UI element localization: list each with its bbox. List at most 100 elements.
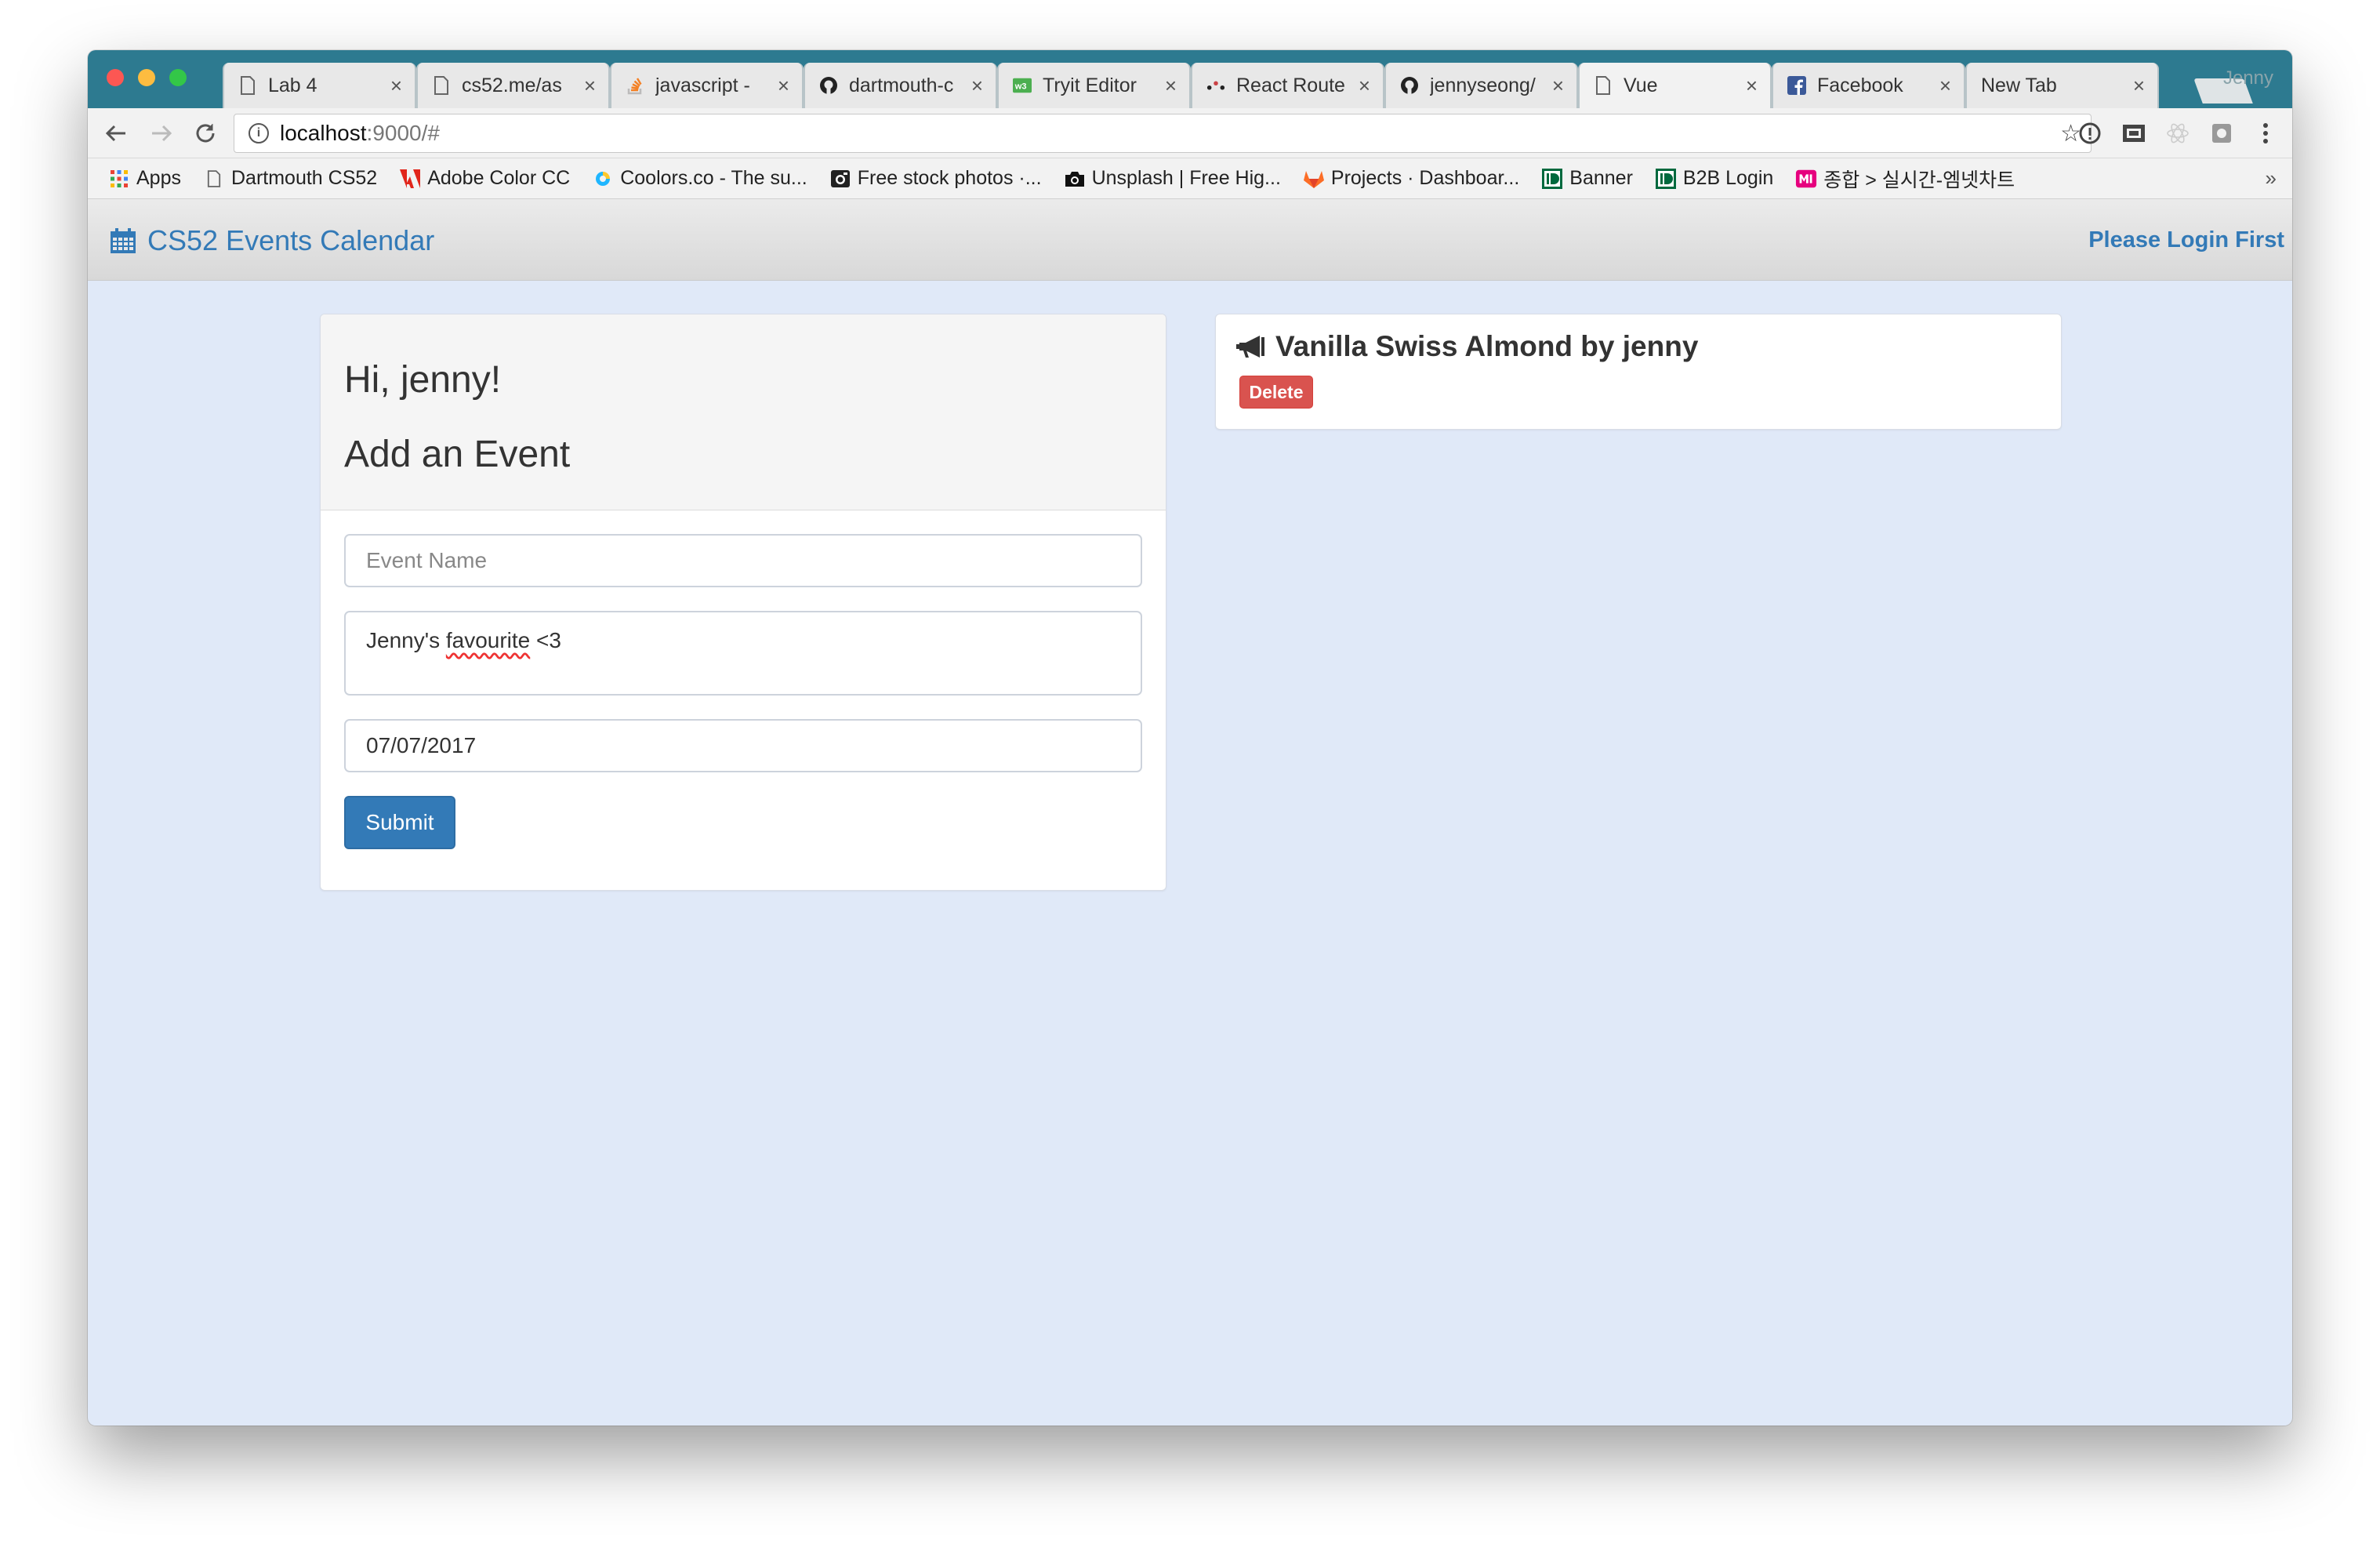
tab-dartmouth-github[interactable]: dartmouth-c ×: [804, 63, 997, 108]
mnet-icon: [1795, 168, 1817, 190]
close-icon[interactable]: ×: [584, 74, 596, 98]
close-icon[interactable]: ×: [1939, 74, 1951, 98]
coolors-icon: [592, 168, 614, 190]
delete-button[interactable]: Delete: [1239, 376, 1313, 409]
event-name-input[interactable]: [344, 534, 1142, 587]
bookmark-apps[interactable]: Apps: [108, 167, 181, 190]
bookmark-label: Dartmouth CS52: [230, 167, 378, 189]
back-icon[interactable]: [99, 116, 133, 151]
event-heading: Vanilla Swiss Almond by jenny: [1236, 330, 2061, 363]
extension-info-icon[interactable]: [2076, 119, 2104, 147]
bookmark-label: B2B Login: [1682, 167, 1774, 189]
bullhorn-icon: [1236, 336, 1264, 358]
bookmark-label: Apps: [136, 167, 181, 189]
facebook-icon: [1787, 75, 1806, 96]
tab-label: Facebook: [1817, 74, 1903, 96]
adobe-icon: [399, 168, 421, 190]
screen-capture-icon[interactable]: [2120, 119, 2148, 147]
bookmark-unsplash[interactable]: Unsplash | Free Hig...: [1064, 167, 1281, 190]
brand-link[interactable]: CS52 Events Calendar: [110, 224, 434, 257]
github-icon: [1400, 75, 1419, 96]
dartmouth-icon: [1655, 168, 1677, 190]
forward-icon[interactable]: [144, 116, 179, 151]
bookmark-b2b-login[interactable]: B2B Login: [1655, 167, 1773, 190]
bookmark-banner[interactable]: Banner: [1541, 167, 1633, 190]
close-icon[interactable]: ×: [778, 74, 789, 98]
browser-window: Lab 4 × cs52.me/as × javascript - × dart…: [88, 50, 2292, 1426]
bookmark-label: Adobe Color CC: [427, 167, 571, 189]
profile-name[interactable]: Jenny: [2223, 67, 2273, 89]
tab-label: Vue: [1624, 74, 1658, 96]
tab-label: Tryit Editor: [1043, 74, 1137, 96]
tab-label: cs52.me/as: [462, 74, 562, 96]
bookmark-label: 종합 > 실시간-엠넷차트: [1823, 169, 2015, 191]
camera-icon: [829, 168, 851, 190]
react-devtools-icon[interactable]: [2164, 119, 2192, 147]
github-icon: [819, 75, 838, 96]
app-navbar: CS52 Events Calendar Please Login First: [88, 199, 2292, 281]
tab-new-tab[interactable]: New Tab ×: [1965, 63, 2159, 108]
window-close-button[interactable]: [107, 69, 124, 86]
gitlab-icon: [1303, 168, 1325, 190]
close-icon[interactable]: ×: [390, 74, 402, 98]
tab-facebook[interactable]: Facebook ×: [1772, 63, 1965, 108]
event-description-textarea[interactable]: Jenny's favourite <3: [344, 611, 1142, 696]
address-bar[interactable]: i localhost:9000/# ☆: [234, 114, 2092, 153]
tab-label: jennyseong/: [1430, 74, 1536, 96]
brand-title: CS52 Events Calendar: [147, 224, 435, 256]
close-icon[interactable]: ×: [1746, 74, 1758, 98]
tab-tryit-editor[interactable]: w3 Tryit Editor ×: [997, 63, 1191, 108]
tab-list: Lab 4 × cs52.me/as × javascript - × dart…: [223, 63, 2159, 108]
close-icon[interactable]: ×: [2133, 74, 2145, 98]
tab-react-router[interactable]: React Route ×: [1191, 63, 1384, 108]
tab-label: Lab 4: [268, 74, 317, 96]
svg-text:w3: w3: [1014, 82, 1027, 92]
bookmark-label: Coolors.co - The su...: [620, 167, 807, 189]
page-icon: [238, 75, 257, 96]
event-card: Vanilla Swiss Almond by jenny Delete: [1215, 314, 2062, 430]
tab-label: New Tab: [1981, 74, 2057, 96]
panel-body: Jenny's favourite <3 Submit: [321, 510, 1166, 849]
bookmark-adobe-color[interactable]: Adobe Color CC: [399, 167, 570, 190]
bookmark-label: Projects · Dashboar...: [1330, 167, 1520, 189]
add-event-panel: Hi, jenny! Add an Event Jenny's favourit…: [320, 314, 1166, 891]
bookmark-gitlab-projects[interactable]: Projects · Dashboar...: [1303, 167, 1519, 190]
bookmarks-bar: Apps Dartmouth CS52 Adobe Color CC Coolo…: [88, 158, 2292, 199]
bookmark-mnet-chart[interactable]: 종합 > 실시간-엠넷차트: [1795, 165, 2015, 193]
extension-puzzle-icon[interactable]: [2208, 119, 2236, 147]
window-zoom-button[interactable]: [169, 69, 187, 86]
reload-icon[interactable]: [188, 116, 223, 151]
bookmarks-overflow-icon[interactable]: »: [2266, 166, 2277, 191]
tab-javascript[interactable]: javascript - ×: [610, 63, 804, 108]
tab-label: React Route: [1236, 74, 1345, 96]
event-title: Vanilla Swiss Almond by jenny: [1275, 330, 1699, 362]
bookmark-dartmouth-cs52[interactable]: Dartmouth CS52: [203, 167, 377, 190]
tab-cs52-assignment[interactable]: cs52.me/as ×: [416, 63, 610, 108]
submit-button[interactable]: Submit: [344, 796, 455, 849]
url-host: localhost: [280, 121, 367, 145]
tab-lab4[interactable]: Lab 4 ×: [223, 63, 416, 108]
w3schools-icon: w3: [1013, 75, 1032, 96]
tab-strip: Lab 4 × cs52.me/as × javascript - × dart…: [88, 50, 2292, 108]
close-icon[interactable]: ×: [971, 74, 983, 98]
camera-icon: [1064, 168, 1086, 190]
address-toolbar: i localhost:9000/# ☆: [88, 108, 2292, 158]
window-minimize-button[interactable]: [138, 69, 155, 86]
close-icon[interactable]: ×: [1165, 74, 1177, 98]
event-date-input[interactable]: [344, 719, 1142, 772]
description-text-prefix: Jenny's: [366, 628, 446, 652]
bookmark-coolors[interactable]: Coolors.co - The su...: [592, 167, 807, 190]
bookmark-label: Free stock photos ·...: [857, 167, 1042, 189]
react-router-icon: [1206, 75, 1225, 96]
login-link[interactable]: Please Login First: [2088, 227, 2284, 253]
info-icon[interactable]: i: [249, 123, 269, 143]
menu-kebab-icon[interactable]: [2251, 119, 2280, 147]
stackoverflow-icon: [626, 75, 644, 96]
tab-jennyseong-github[interactable]: jennyseong/ ×: [1384, 63, 1578, 108]
url-path: :9000/#: [366, 121, 440, 145]
close-icon[interactable]: ×: [1552, 74, 1564, 98]
panel-heading: Hi, jenny! Add an Event: [321, 314, 1166, 510]
bookmark-free-stock-photos[interactable]: Free stock photos ·...: [829, 167, 1042, 190]
close-icon[interactable]: ×: [1359, 74, 1370, 98]
tab-vue-active[interactable]: Vue ×: [1578, 63, 1772, 108]
